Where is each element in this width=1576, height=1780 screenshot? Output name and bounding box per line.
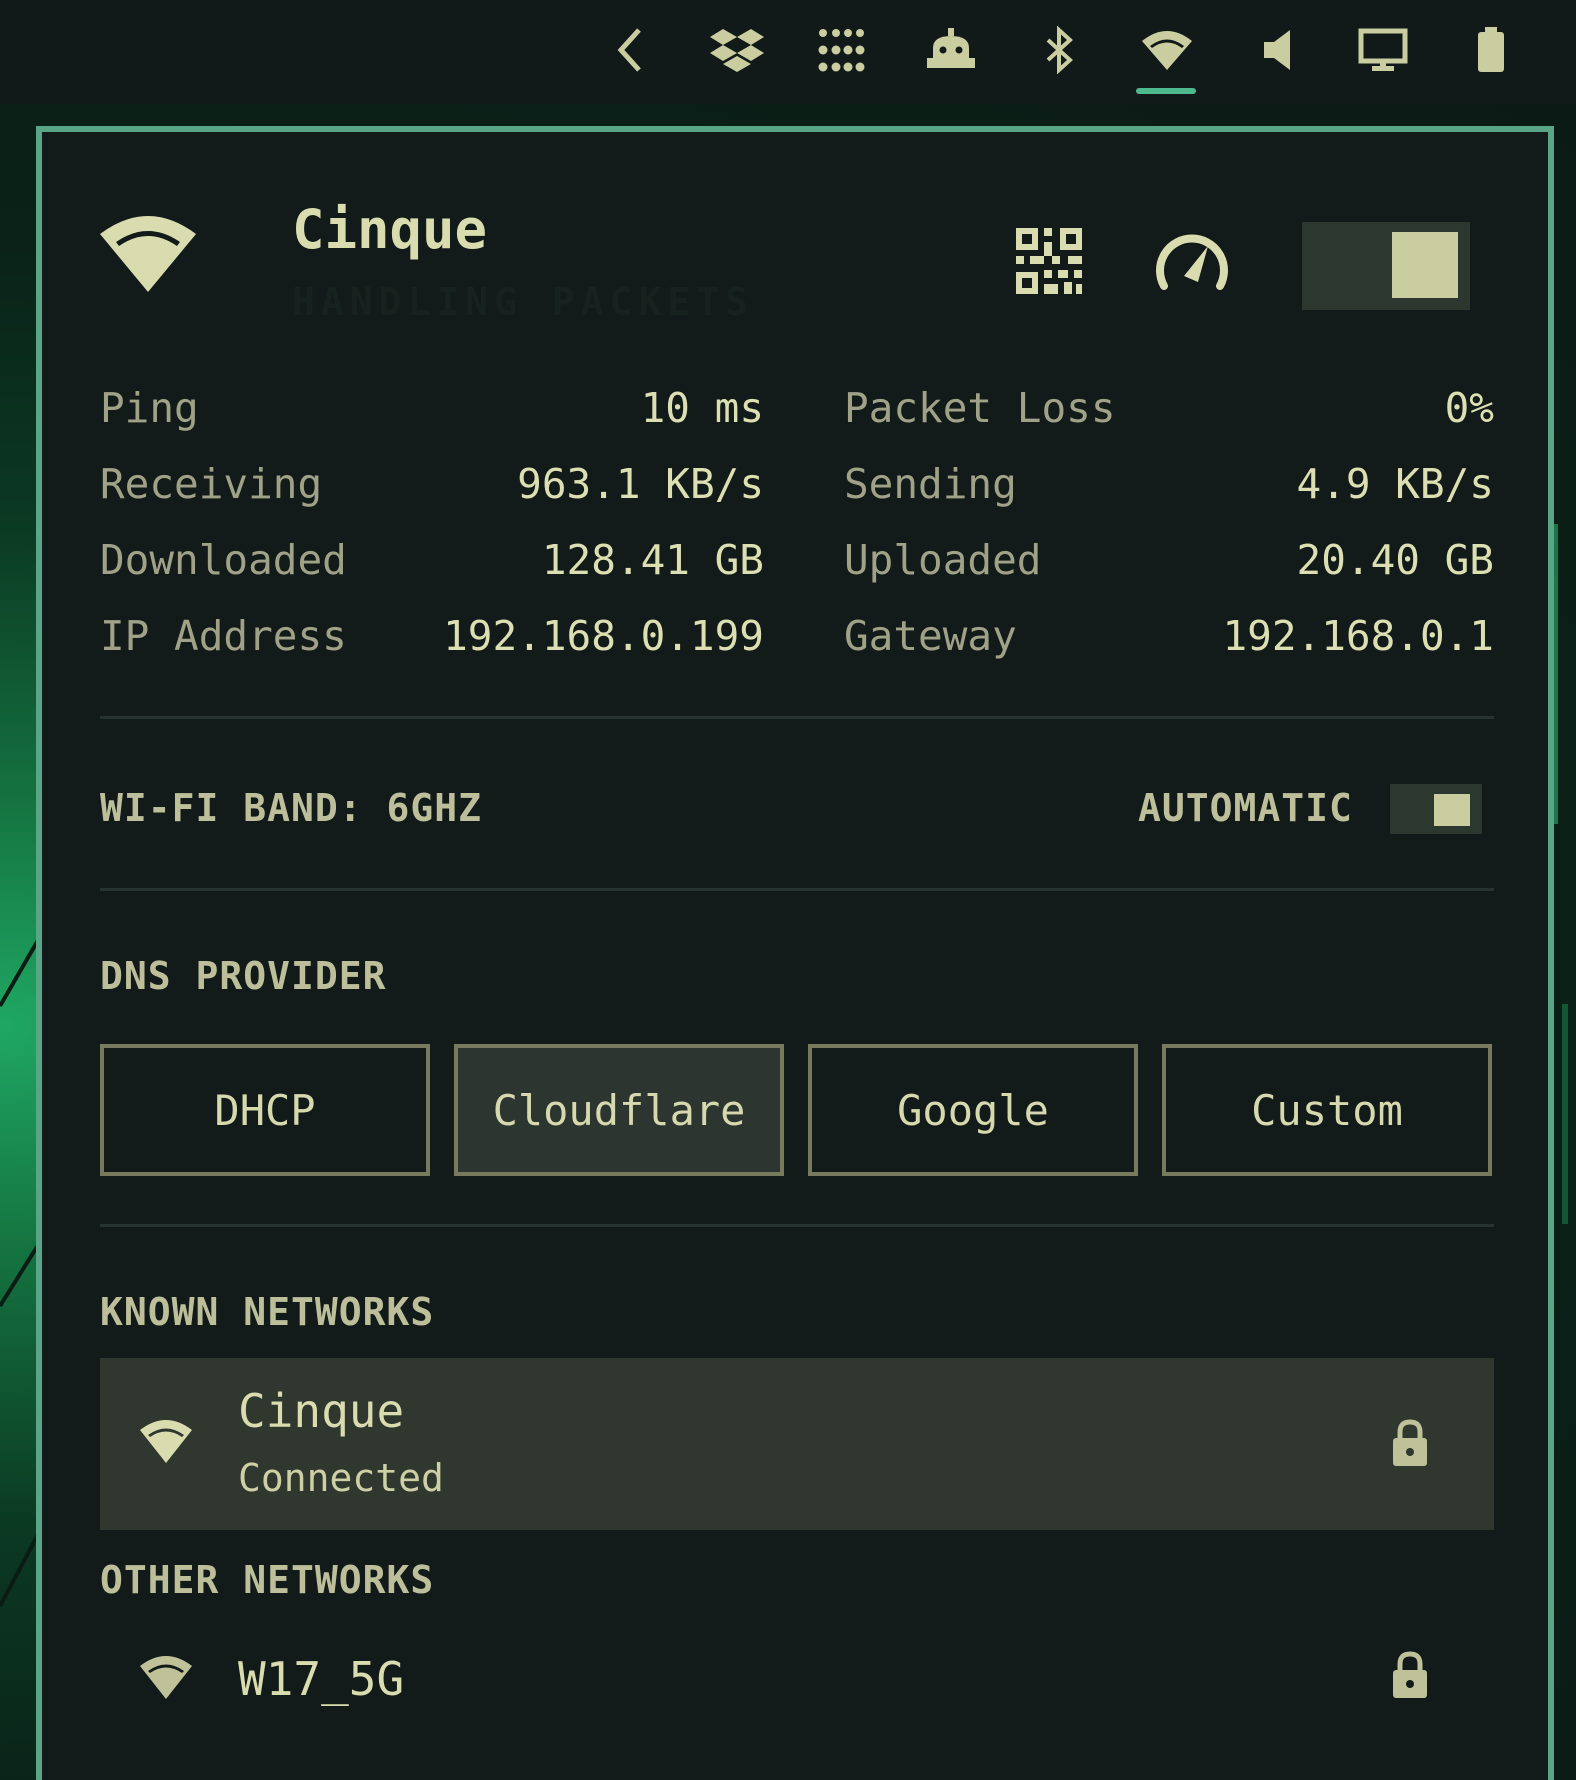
stat-value-uploaded: 20.40 GB bbox=[1296, 536, 1494, 584]
network-name: W17_5G bbox=[238, 1652, 405, 1706]
wallpaper-glow bbox=[1562, 1004, 1568, 1224]
network-status-text: HANDLING PACKETS bbox=[292, 280, 755, 324]
stat-label-ping: Ping bbox=[100, 384, 199, 432]
chevron-left-icon[interactable] bbox=[600, 22, 662, 78]
other-network-row[interactable]: W17_5G bbox=[100, 1622, 1494, 1742]
dns-option-cloudflare[interactable]: Cloudflare bbox=[454, 1044, 784, 1176]
toggle-knob bbox=[1392, 232, 1458, 298]
other-networks-label: OTHER NETWORKS bbox=[100, 1558, 435, 1602]
dns-option-custom[interactable]: Custom bbox=[1162, 1044, 1492, 1176]
network-status: Connected bbox=[238, 1456, 444, 1500]
dns-option-google[interactable]: Google bbox=[808, 1044, 1138, 1176]
speedometer-icon[interactable] bbox=[1154, 224, 1230, 300]
wifi-icon[interactable] bbox=[1136, 22, 1198, 78]
lock-icon bbox=[1390, 1650, 1430, 1704]
divider bbox=[100, 888, 1494, 891]
active-indicator bbox=[1136, 88, 1196, 94]
known-networks-label: KNOWN NETWORKS bbox=[100, 1290, 435, 1334]
wifi-band-label: WI-FI BAND: 6GHZ bbox=[100, 786, 483, 830]
automatic-label: AUTOMATIC bbox=[1138, 786, 1353, 830]
robot-icon[interactable] bbox=[920, 22, 982, 78]
stat-value-gateway: 192.168.0.1 bbox=[1222, 612, 1494, 660]
network-name: Cinque bbox=[292, 198, 488, 261]
stat-label-receiving: Receiving bbox=[100, 460, 323, 508]
stat-label-uploaded: Uploaded bbox=[844, 536, 1042, 584]
stat-value-packet-loss: 0% bbox=[1444, 384, 1494, 432]
stat-label-gateway: Gateway bbox=[844, 612, 1017, 660]
display-icon[interactable] bbox=[1352, 22, 1414, 78]
stat-value-sending: 4.9 KB/s bbox=[1296, 460, 1494, 508]
stat-label-sending: Sending bbox=[844, 460, 1017, 508]
top-bar bbox=[0, 0, 1576, 104]
divider bbox=[100, 1224, 1494, 1227]
automatic-toggle[interactable] bbox=[1390, 784, 1482, 834]
wifi-icon bbox=[98, 212, 198, 298]
battery-icon[interactable] bbox=[1460, 22, 1522, 78]
stat-value-receiving: 963.1 KB/s bbox=[517, 460, 764, 508]
dns-option-dhcp[interactable]: DHCP bbox=[100, 1044, 430, 1176]
apps-grid-icon[interactable] bbox=[810, 22, 872, 78]
stat-label-ip-address: IP Address bbox=[100, 612, 347, 660]
dns-provider-label: DNS PROVIDER bbox=[100, 954, 387, 998]
stat-value-ip-address: 192.168.0.199 bbox=[443, 612, 764, 660]
qr-code-icon[interactable] bbox=[1014, 226, 1084, 296]
lock-icon bbox=[1390, 1418, 1430, 1472]
dropbox-icon[interactable] bbox=[706, 22, 768, 78]
wifi-toggle[interactable] bbox=[1302, 222, 1470, 310]
volume-icon[interactable] bbox=[1246, 22, 1308, 78]
toggle-knob bbox=[1434, 794, 1470, 826]
stat-label-downloaded: Downloaded bbox=[100, 536, 347, 584]
bluetooth-icon[interactable] bbox=[1028, 22, 1090, 78]
network-panel: Cinque HANDLING PACKETS Ping 10 ms Recei… bbox=[36, 126, 1554, 1780]
divider bbox=[100, 716, 1494, 719]
stat-label-packet-loss: Packet Loss bbox=[844, 384, 1116, 432]
stat-value-downloaded: 128.41 GB bbox=[541, 536, 764, 584]
known-network-row[interactable]: Cinque Connected bbox=[100, 1358, 1494, 1530]
network-name: Cinque bbox=[238, 1384, 405, 1438]
stat-value-ping: 10 ms bbox=[640, 384, 764, 432]
wifi-icon bbox=[138, 1418, 194, 1468]
wifi-icon bbox=[138, 1654, 194, 1704]
